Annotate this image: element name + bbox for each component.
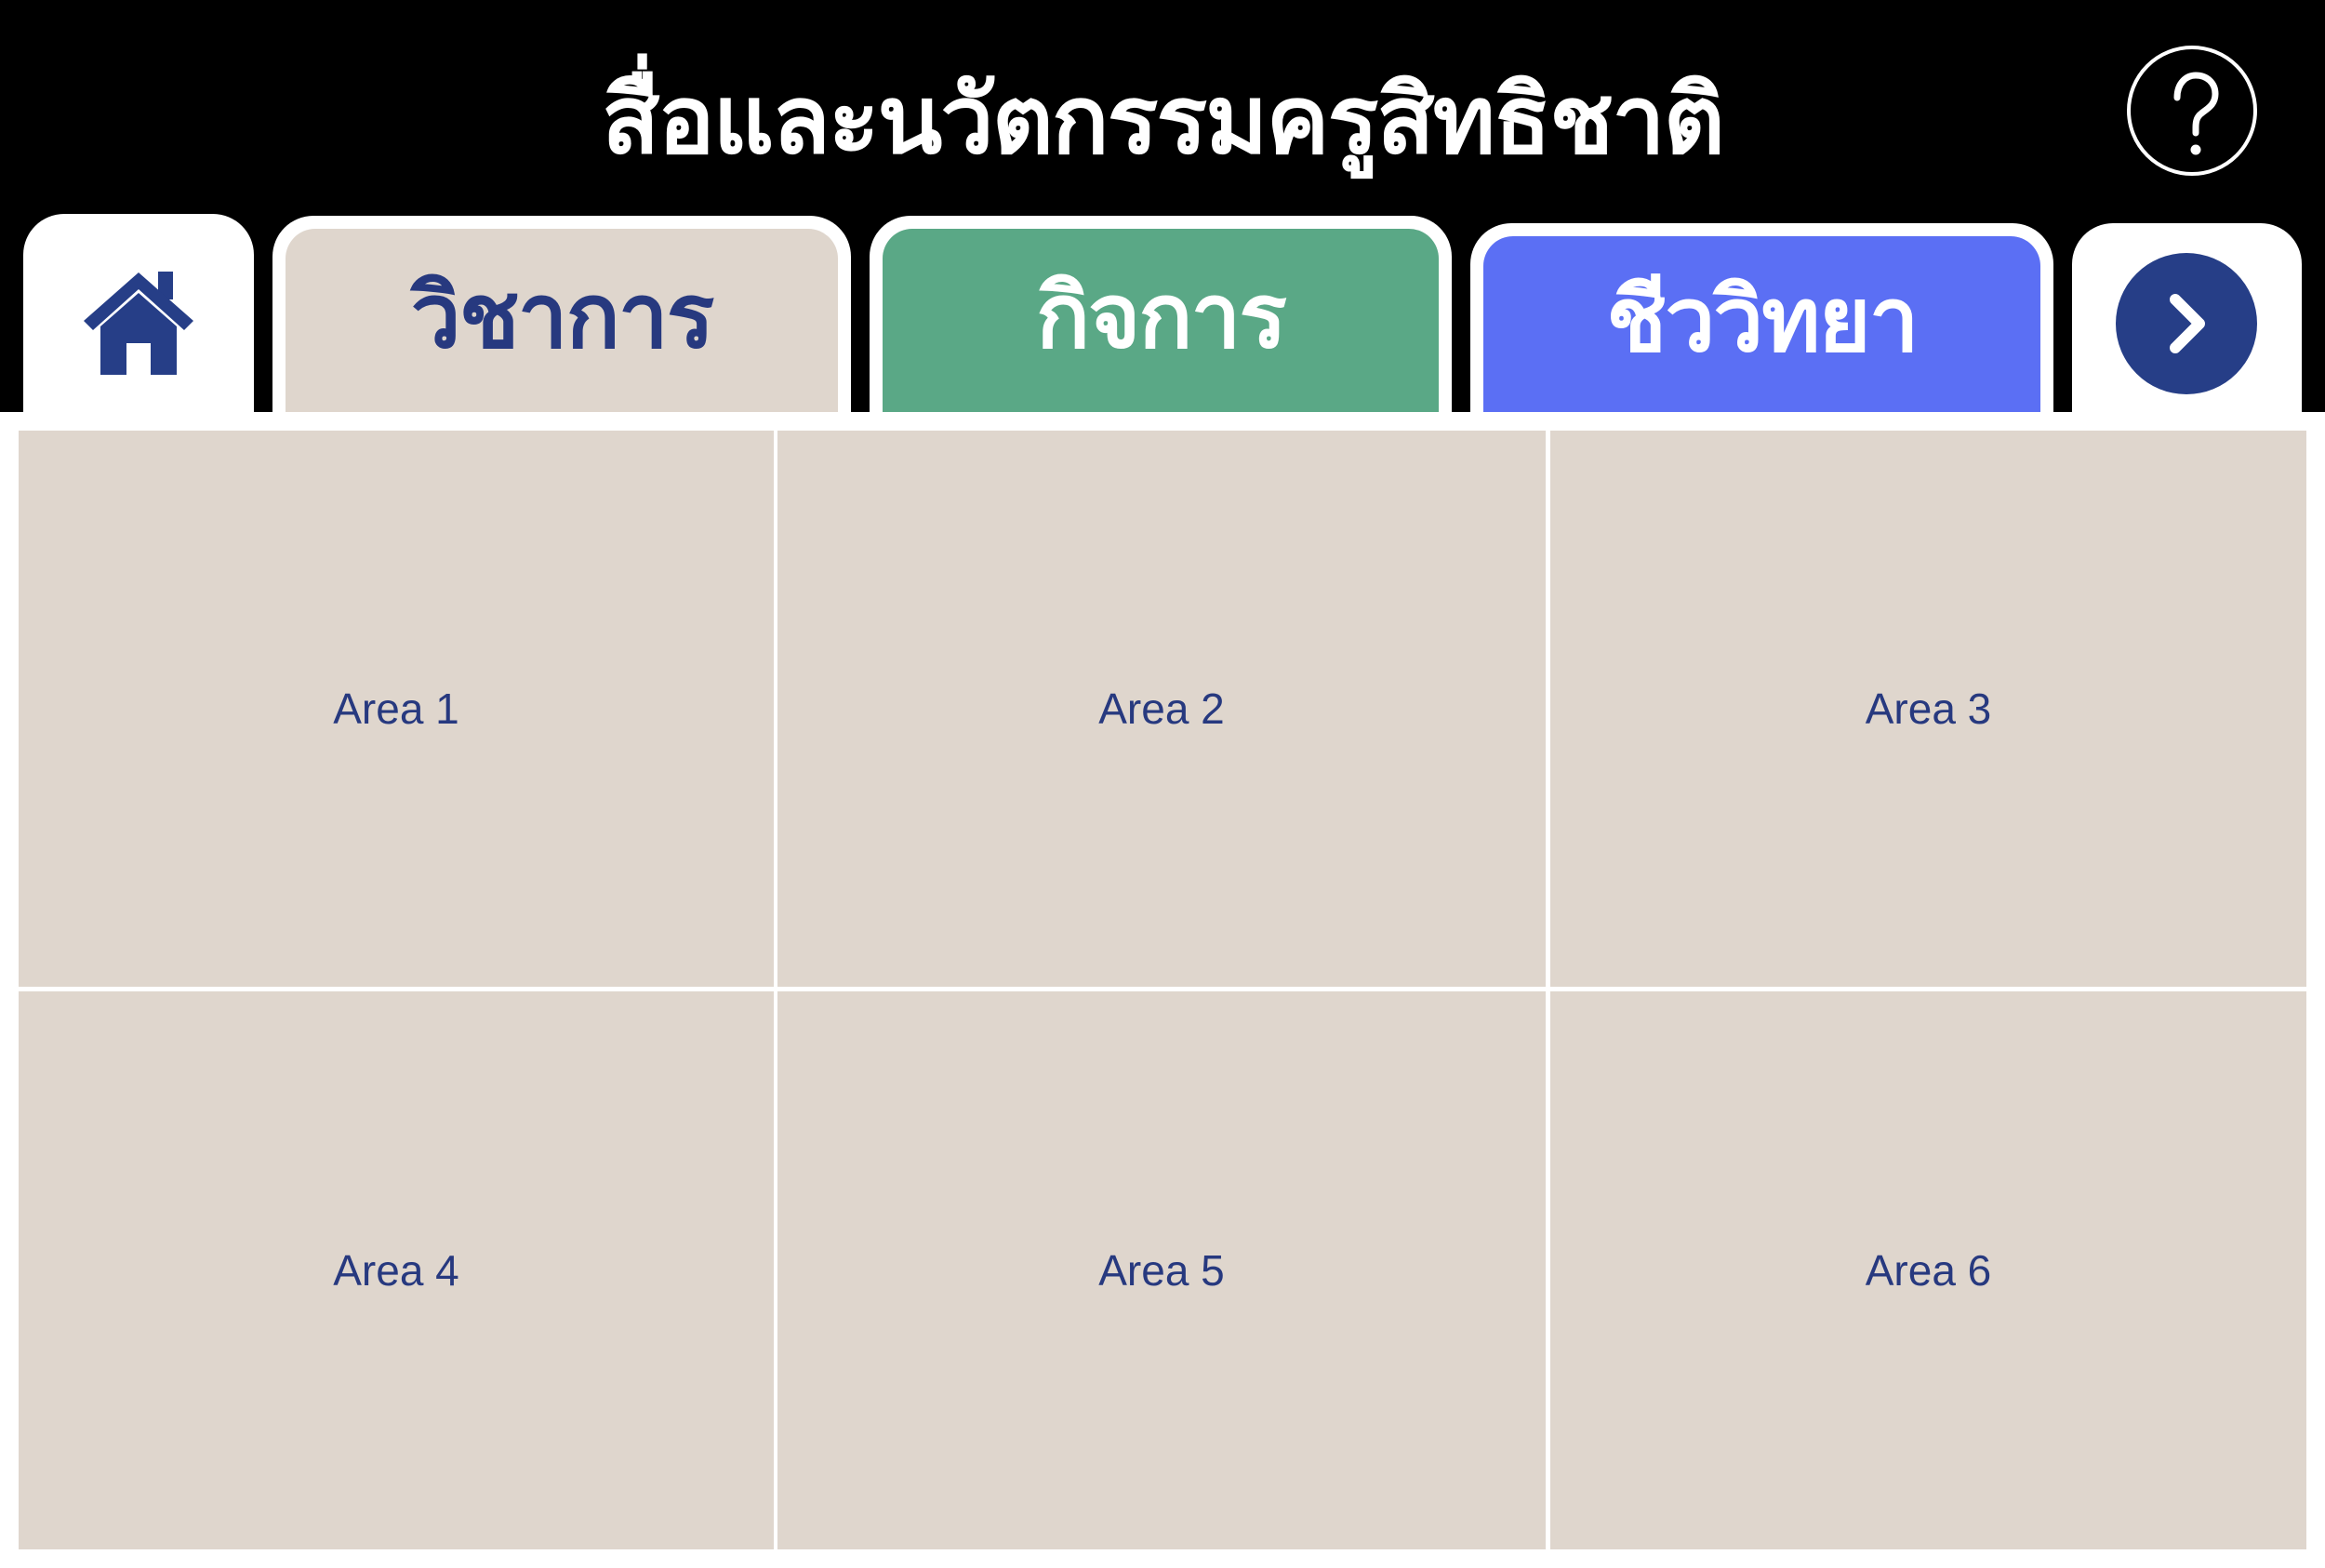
area-label: Area 5 bbox=[1098, 1246, 1225, 1295]
area-label: Area 4 bbox=[333, 1246, 459, 1295]
area-2[interactable]: Area 2 bbox=[777, 431, 1546, 987]
area-6[interactable]: Area 6 bbox=[1550, 991, 2306, 1549]
area-label: Area 3 bbox=[1865, 684, 1992, 733]
next-tab bbox=[2072, 223, 2302, 412]
chevron-right-icon bbox=[2170, 294, 2205, 353]
tab-label: วิชาการ bbox=[286, 229, 838, 412]
area-1[interactable]: Area 1 bbox=[19, 431, 774, 987]
home-icon bbox=[84, 272, 193, 375]
tab-label: ชีววิทยา bbox=[1483, 236, 2040, 412]
area-label: Area 1 bbox=[333, 684, 459, 733]
next-button[interactable] bbox=[2116, 253, 2257, 394]
area-4[interactable]: Area 4 bbox=[19, 991, 774, 1549]
page-title: สื่อและนวัตกรรมครูสิทธิชาติ bbox=[602, 65, 1725, 176]
area-3[interactable]: Area 3 bbox=[1550, 431, 2306, 987]
area-label: Area 2 bbox=[1098, 684, 1225, 733]
area-5[interactable]: Area 5 bbox=[777, 991, 1546, 1549]
home-tab[interactable] bbox=[23, 214, 254, 412]
help-button[interactable] bbox=[2127, 46, 2257, 176]
tab-wichakan[interactable]: วิชาการ bbox=[272, 216, 851, 412]
tab-biology[interactable]: ชีววิทยา bbox=[1470, 223, 2053, 412]
tab-label: กิจการ bbox=[883, 229, 1439, 412]
question-mark-icon bbox=[2173, 72, 2219, 155]
tab-kitchakan[interactable]: กิจการ bbox=[870, 216, 1452, 412]
area-label: Area 6 bbox=[1865, 1246, 1992, 1295]
